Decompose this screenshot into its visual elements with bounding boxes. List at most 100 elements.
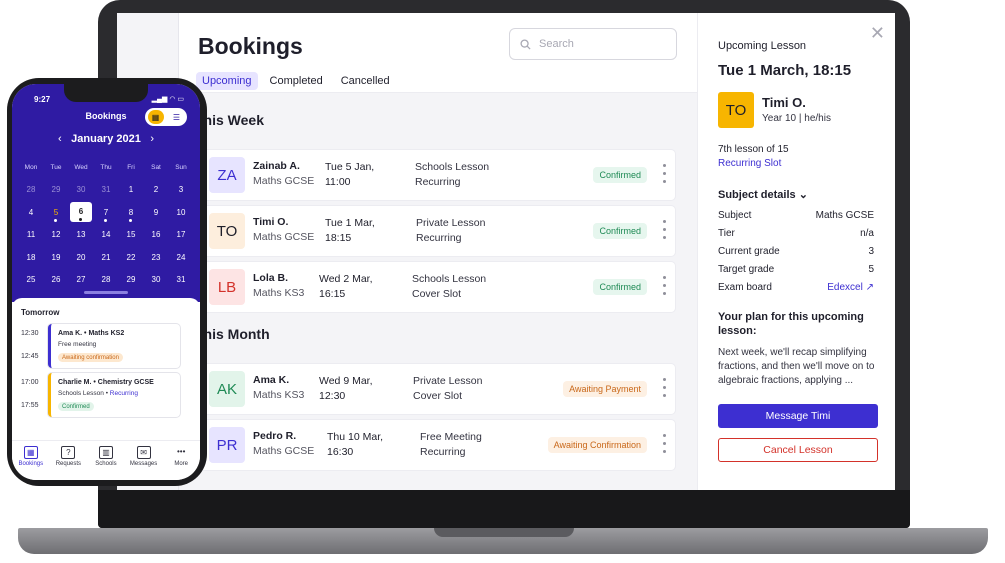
tab-more[interactable]: ••• More xyxy=(164,446,198,480)
calendar-day[interactable]: 12 xyxy=(45,230,67,239)
detail-value[interactable]: Edexcel ↗ xyxy=(827,282,874,293)
calendar-day[interactable]: 29 xyxy=(120,275,142,284)
calendar-day[interactable]: 19 xyxy=(45,253,67,262)
list-view-icon[interactable]: ☰ xyxy=(169,110,185,124)
calendar-day[interactable]: 5 xyxy=(45,208,67,222)
agenda-event[interactable]: Ama K. • Maths KS2 Free meeting Awaiting c… xyxy=(48,324,180,368)
calendar-day[interactable]: 29 xyxy=(45,185,67,194)
calendar-day[interactable]: 17 xyxy=(170,230,192,239)
calendar-day[interactable]: 2 xyxy=(145,185,167,194)
kebab-menu-icon[interactable] xyxy=(663,276,667,300)
calendar-day[interactable]: 31 xyxy=(95,185,117,194)
kebab-menu-icon[interactable] xyxy=(663,434,667,458)
question-icon: ? xyxy=(61,446,76,459)
avatar: LB xyxy=(209,269,245,305)
calendar-day[interactable]: 28 xyxy=(20,185,42,194)
tab-requests[interactable]: ? Requests xyxy=(51,446,85,480)
booking-card[interactable]: AK Ama K. Maths KS3 Wed 9 Mar, 12:30 Private … xyxy=(201,364,675,414)
plan-text: Next week, we'll recap simplifying fract… xyxy=(718,347,875,386)
event-subtitle-text: Free meeting xyxy=(58,341,97,348)
calendar-day[interactable]: 1 xyxy=(120,185,142,194)
booking-type-kind: Free Meeting xyxy=(420,431,482,443)
calendar-day[interactable]: 9 xyxy=(145,208,167,217)
calendar-day[interactable]: 6 xyxy=(70,202,92,223)
student-subject: Maths GCSE xyxy=(253,231,315,243)
booking-date-day: Wed 2 Mar, xyxy=(319,273,373,285)
calendar-day[interactable]: 14 xyxy=(95,230,117,239)
view-toggle[interactable]: ▦ ☰ xyxy=(145,108,187,126)
calendar-day[interactable]: 15 xyxy=(120,230,142,239)
event-end-time: 17:55 xyxy=(21,402,39,409)
status-badge: Awaiting Payment xyxy=(563,381,647,397)
booking-card[interactable]: PR Pedro R. Maths GCSE Thu 10 Mar, 16:30 Free… xyxy=(201,420,675,470)
agenda-event[interactable]: Charlie M. • Chemistry GCSE Schools Lesso… xyxy=(48,373,180,417)
calendar-week-row: 11 12 13 14 15 16 17 xyxy=(20,224,192,247)
tab-bookings[interactable]: ▦ Bookings xyxy=(14,446,48,480)
booking-date-time: 12:30 xyxy=(319,390,346,402)
main-header: Bookings Search Upcoming Completed Cance… xyxy=(179,13,697,93)
calendar-day[interactable]: 16 xyxy=(145,230,167,239)
kebab-menu-icon[interactable] xyxy=(663,164,667,188)
recurring-slot-link[interactable]: Recurring Slot xyxy=(718,158,781,169)
student-name: Ama K. xyxy=(253,374,290,386)
event-dot xyxy=(54,218,57,222)
calendar-day[interactable]: 25 xyxy=(20,275,42,284)
calendar-day[interactable]: 3 xyxy=(170,185,192,194)
calendar-day[interactable]: 27 xyxy=(70,275,92,284)
tab-upcoming[interactable]: Upcoming xyxy=(196,72,258,90)
calendar-day[interactable]: 30 xyxy=(70,185,92,194)
status-badge: Awaiting Confirmation xyxy=(547,437,647,453)
calendar-day[interactable]: 28 xyxy=(95,275,117,284)
calendar-day[interactable]: 23 xyxy=(145,253,167,262)
calendar-day[interactable]: 10 xyxy=(170,208,192,217)
chevron-right-icon[interactable]: › xyxy=(150,133,154,145)
calendar-day[interactable]: 11 xyxy=(20,230,42,239)
tab-cancelled[interactable]: Cancelled xyxy=(335,72,396,90)
tab-messages[interactable]: ✉ Messages xyxy=(127,446,161,480)
event-start-time: 12:30 xyxy=(21,330,39,337)
calendar-day[interactable]: 7 xyxy=(95,208,117,222)
bookings-main: Bookings Search Upcoming Completed Cance… xyxy=(179,13,697,490)
message-button[interactable]: Message Timi xyxy=(718,404,878,428)
status-badge: Confirmed xyxy=(593,167,647,183)
booking-card[interactable]: TO Timi O. Maths GCSE Tue 1 Mar, 18:15 Privat… xyxy=(201,206,675,256)
calendar-day[interactable]: 30 xyxy=(145,275,167,284)
tab-schools[interactable]: ▥ Schools xyxy=(89,446,123,480)
weekday-label: Mon xyxy=(24,163,38,171)
kebab-menu-icon[interactable] xyxy=(663,220,667,244)
calendar-view-icon[interactable]: ▦ xyxy=(147,110,164,124)
booking-type-kind: Schools Lesson xyxy=(412,273,487,285)
calendar-day[interactable]: 31 xyxy=(170,275,192,284)
booking-date-time: 18:15 xyxy=(325,232,352,244)
student-name: Pedro R. xyxy=(253,430,297,442)
cancel-lesson-button[interactable]: Cancel Lesson xyxy=(718,438,878,462)
tab-completed[interactable]: Completed xyxy=(264,72,329,90)
event-dot xyxy=(79,218,82,222)
calendar-day[interactable]: 13 xyxy=(70,230,92,239)
booking-type-recurrence: Recurring xyxy=(416,232,462,244)
booking-card[interactable]: ZA Zainab A. Maths GCSE Tue 5 Jan, 11:00 Scho… xyxy=(201,150,675,200)
booking-card[interactable]: LB Lola B. Maths KS3 Wed 2 Mar, 16:15 Schools… xyxy=(201,262,675,312)
calendar-day[interactable]: 18 xyxy=(20,253,42,262)
calendar-day[interactable]: 24 xyxy=(170,253,192,262)
calendar-day[interactable]: 21 xyxy=(95,253,117,262)
calendar-day[interactable]: 8 xyxy=(120,208,142,222)
calendar-week-row: 4 5 6 7 8 9 10 xyxy=(20,201,192,224)
booking-type: Schools Lesson Recurring xyxy=(415,160,489,190)
event-subtitle: Free meeting xyxy=(58,341,96,348)
booking-date-day: Tue 1 Mar, xyxy=(325,217,375,229)
event-end-time: 12:45 xyxy=(21,353,39,360)
search-input[interactable]: Search xyxy=(509,28,677,60)
event-recurring-link[interactable]: Recurring xyxy=(110,390,138,397)
tab-label: Requests xyxy=(55,461,82,467)
calendar-day[interactable]: 4 xyxy=(20,208,42,217)
calendar-day[interactable]: 20 xyxy=(70,253,92,262)
sheet-handle[interactable] xyxy=(84,291,128,294)
calendar-day[interactable]: 26 xyxy=(45,275,67,284)
subject-details-toggle[interactable]: Subject details ⌄ xyxy=(718,188,808,201)
booking-tabs: Upcoming Completed Cancelled xyxy=(196,72,396,90)
calendar-day[interactable]: 22 xyxy=(120,253,142,262)
close-icon[interactable]: ✕ xyxy=(870,23,885,44)
kebab-menu-icon[interactable] xyxy=(663,378,667,402)
event-dot xyxy=(129,218,132,222)
